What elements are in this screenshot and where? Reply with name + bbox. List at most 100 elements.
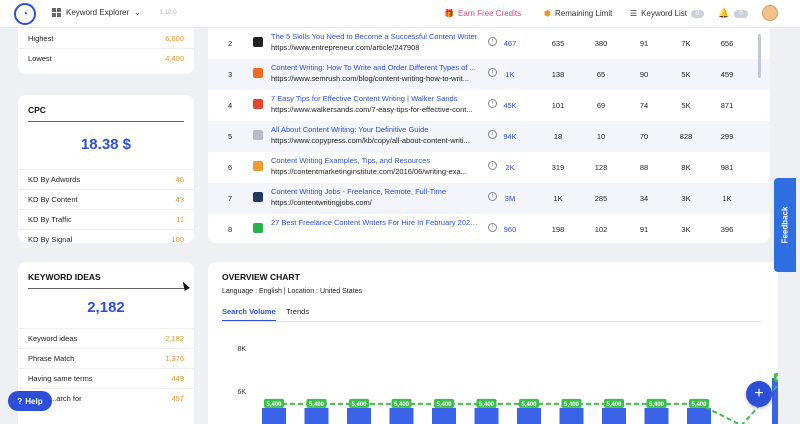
metric-cell: 88 xyxy=(639,163,649,172)
result-title-link[interactable]: 27 Best Freelance Content Writers For Hi… xyxy=(271,218,481,227)
keyword-list-count: 0 xyxy=(690,9,705,18)
metric-cell: 102 xyxy=(594,225,608,234)
metric-cell: 3K xyxy=(681,194,691,203)
svg-text:5,400: 5,400 xyxy=(394,402,410,408)
chart-bar[interactable] xyxy=(559,407,584,424)
table-row[interactable]: 3 Content Writing: How To Write and Order… xyxy=(208,59,770,90)
top-bar: ◔ Keyword Explorer ⌄ 1.10.0 🎁 Earn Free … xyxy=(0,0,800,28)
user-avatar[interactable] xyxy=(762,5,778,21)
chart-bar[interactable] xyxy=(772,378,778,424)
volume-card: Highest 6,600 Lowest 4,400 xyxy=(18,28,194,74)
svg-text:5,400: 5,400 xyxy=(351,402,367,408)
y-tick-label: 8K xyxy=(237,346,246,353)
idea-row[interactable]: Keyword ideas 2,182 xyxy=(18,328,194,348)
metric-cell: 1K xyxy=(553,194,563,203)
chart-bar[interactable] xyxy=(347,407,371,424)
volume-row-lowest: Lowest 4,400 xyxy=(18,48,194,68)
cpc-value: 18.38 $ xyxy=(80,136,132,153)
result-title-link[interactable]: Content Writing: How To Write and Order … xyxy=(271,63,481,72)
metric-cell: 5K xyxy=(681,101,691,110)
result-url: https://www.entrepreneur.com/article/247… xyxy=(271,43,420,52)
idea-row[interactable]: Having same terms 449 xyxy=(18,368,194,388)
add-fab-button[interactable]: + xyxy=(746,381,772,407)
version-label: 1.10.0 xyxy=(159,9,177,16)
svg-text:5,400: 5,400 xyxy=(649,402,665,408)
chart-bar[interactable] xyxy=(687,407,711,424)
metric-cell: 635 xyxy=(551,39,565,48)
search-volume-chart: 8K 6K 5,400 5,400 5,400 5,400 5,400 5,400 5,400 5… xyxy=(237,346,778,424)
chart-bar[interactable] xyxy=(474,407,499,424)
metric-cell: 7K xyxy=(681,39,691,48)
metric-cell: 138 xyxy=(551,70,565,79)
svg-text:5,400: 5,400 xyxy=(479,402,495,408)
keyword-ideas-title: KEYWORD IDEAS xyxy=(28,272,101,282)
app-logo-icon[interactable]: ◔ xyxy=(14,3,36,25)
notifications-button[interactable]: 🔔 0 xyxy=(718,8,748,19)
tool-label: Keyword Explorer xyxy=(66,8,130,17)
chart-bar[interactable] xyxy=(602,407,626,424)
table-row[interactable]: 5 All About Content Writing: Your Definit… xyxy=(208,121,770,152)
help-button[interactable]: ? Help xyxy=(8,391,52,411)
metric-cell: 5K xyxy=(681,70,691,79)
volume-row-highest: Highest 6,600 xyxy=(28,33,184,43)
result-title-link[interactable]: Content Writing Examples, Tips, and Reso… xyxy=(271,156,481,165)
chart-bar[interactable] xyxy=(432,407,456,424)
chart-bar[interactable] xyxy=(517,407,541,424)
keyword-list-button[interactable]: ☰ Keyword List 0 xyxy=(630,9,705,18)
metric-cell: 871 xyxy=(720,101,734,110)
result-title-link[interactable]: Content Writing Jobs - Freelance, Remote… xyxy=(271,187,481,196)
site-favicon-icon xyxy=(253,99,263,109)
idea-row[interactable]: Phrase Match 1,376 xyxy=(18,348,194,368)
metric-cell: 8K xyxy=(681,163,691,172)
earn-credits-button[interactable]: 🎁 Earn Free Credits xyxy=(444,9,521,18)
metric-cell: 828 xyxy=(679,132,693,141)
chart-bar[interactable] xyxy=(262,407,286,424)
data-label: 5,400 xyxy=(646,398,667,408)
result-title-link[interactable]: The 5 Skills You Need to Become a Succes… xyxy=(271,32,481,41)
svg-text:5,400: 5,400 xyxy=(606,402,622,408)
data-label: 5,400 xyxy=(689,398,709,408)
divider xyxy=(28,288,184,289)
metric-cell: 3M xyxy=(504,194,516,203)
kd-row: KD By Traffic 11 xyxy=(18,209,194,229)
badge-icon: ⬢ xyxy=(544,9,551,18)
metric-cell: 34 xyxy=(639,194,649,203)
apps-grid-icon xyxy=(52,8,61,17)
svg-text:5,400: 5,400 xyxy=(521,402,537,408)
table-scrollbar[interactable] xyxy=(758,34,761,78)
row-rank: 6 xyxy=(228,163,233,172)
result-title-link[interactable]: 7 Easy Tips for Effective Content Writin… xyxy=(271,94,481,103)
site-favicon-icon xyxy=(253,223,263,233)
metric-cell: 467 xyxy=(503,39,517,48)
chart-bar[interactable] xyxy=(304,407,329,424)
result-title-link[interactable]: All About Content Writing: Your Definiti… xyxy=(271,125,481,134)
tool-selector[interactable]: Keyword Explorer ⌄ 1.10.0 xyxy=(52,8,177,17)
data-label: 5,400 xyxy=(391,398,412,408)
gift-icon: 🎁 xyxy=(444,9,454,18)
feedback-tab[interactable]: Feedback xyxy=(774,178,796,272)
table-row[interactable]: 7 Content Writing Jobs - Freelance, Remot… xyxy=(208,183,770,214)
kd-row: KD By Signal 100 xyxy=(18,229,194,249)
metric-cell: 285 xyxy=(594,194,608,203)
data-label: 5,400 xyxy=(476,398,497,408)
metric-cell: 2K xyxy=(505,163,515,172)
row-rank: 8 xyxy=(228,225,233,234)
remaining-limit-button[interactable]: ⬢ Remaining Limit xyxy=(544,9,612,18)
metric-cell: 10 xyxy=(596,132,606,141)
chevron-down-icon: ⌄ xyxy=(134,8,141,17)
overview-chart-card: OVERVIEW CHART Language : English | Loca… xyxy=(208,262,778,424)
svg-text:5,400: 5,400 xyxy=(266,402,282,408)
table-row[interactable]: 6 Content Writing Examples, Tips, and Res… xyxy=(208,152,770,183)
data-label: 6,600 xyxy=(774,373,778,382)
table-row[interactable]: 2 The 5 Skills You Need to Become a Succe… xyxy=(208,28,770,59)
site-favicon-icon xyxy=(253,130,263,140)
cpc-title: CPC xyxy=(28,105,46,115)
metric-cell: 90 xyxy=(639,70,649,79)
table-row[interactable]: 4 7 Easy Tips for Effective Content Writi… xyxy=(208,90,770,121)
chart-bar[interactable] xyxy=(644,407,669,424)
table-row[interactable]: 8 27 Best Freelance Content Writers For H… xyxy=(208,214,770,243)
site-favicon-icon xyxy=(253,37,263,47)
divider xyxy=(28,121,184,122)
metric-cell: 1K xyxy=(722,194,732,203)
chart-bar[interactable] xyxy=(389,407,414,424)
